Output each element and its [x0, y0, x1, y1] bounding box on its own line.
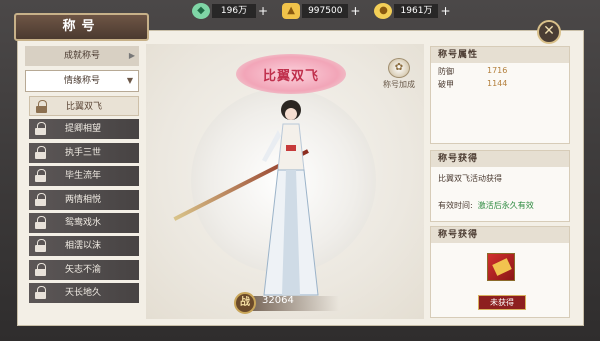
resource-value: 196万: [212, 4, 256, 18]
category-achievement[interactable]: 成就称号 ▶: [25, 46, 139, 66]
category-romance-dropdown[interactable]: 情缘称号 ▼: [25, 70, 139, 92]
title-item[interactable]: 相濡以沫: [29, 236, 139, 257]
medal-icon: ✿: [388, 58, 410, 78]
attribute-value: 1144: [487, 79, 508, 88]
add-coins-button[interactable]: +: [440, 4, 450, 18]
character-model: [262, 100, 319, 296]
valid-label: 有效时间:: [438, 201, 473, 210]
attribute-row: 破甲 1144: [431, 76, 569, 89]
lock-icon: [35, 122, 46, 136]
title-item-label: 相濡以沫: [65, 241, 102, 252]
attribute-name: 破甲: [438, 80, 454, 89]
not-obtained-button[interactable]: 未获得: [478, 295, 526, 310]
title-list: 比翼双飞 提卿相望 执手三世 毕生流年 两情相悦 鸳鸯戏水 相濡以沫 矢志不渝 …: [29, 96, 139, 307]
title-item[interactable]: 执手三世: [29, 142, 139, 163]
title-item[interactable]: 鸳鸯戏水: [29, 212, 139, 233]
resource-bar: ◆ 196万 + ▲ 997500 + ● 1961万 +: [192, 2, 451, 22]
title-item[interactable]: 两情相悦: [29, 189, 139, 210]
lock-icon: [35, 215, 46, 229]
title-item-label: 鸳鸯戏水: [65, 217, 102, 228]
title-item[interactable]: 矢志不渝: [29, 259, 139, 280]
resource-value: 997500: [302, 4, 349, 18]
category-label: 情缘称号: [63, 76, 100, 86]
lock-icon: [35, 169, 46, 183]
lock-icon: [35, 262, 46, 276]
chevron-right-icon: ▶: [128, 51, 135, 60]
valid-value: 激活后永久有效: [477, 201, 534, 210]
title-bonus-label: 称号加成: [383, 80, 415, 89]
character-showcase: 比翼双飞 ✿ 称号加成 战 32064: [146, 44, 424, 319]
title-item-label: 执手三世: [65, 147, 102, 158]
add-jade-button[interactable]: +: [258, 4, 268, 18]
valid-time: 有效时间: 激活后永久有效: [438, 200, 534, 211]
item-panel: 称号获得 未获得: [430, 226, 570, 318]
title-item-label: 矢志不渝: [65, 264, 102, 275]
title-item[interactable]: 毕生流年: [29, 166, 139, 187]
attributes-header: 称号属性: [431, 47, 569, 63]
close-icon: ✕: [543, 23, 555, 39]
acquire-header: 称号获得: [431, 151, 569, 167]
title-item[interactable]: 提卿相望: [29, 119, 139, 140]
acquire-description: 比翼双飞活动获得: [438, 174, 502, 183]
title-item[interactable]: 天长地久: [29, 283, 139, 304]
title-badge-text: 比翼双飞: [262, 69, 319, 84]
add-ingot-button[interactable]: +: [350, 4, 360, 18]
title-item-label: 天长地久: [65, 288, 102, 299]
category-label: 成就称号: [63, 51, 100, 61]
title-item-label: 提卿相望: [65, 124, 102, 135]
lock-icon: [35, 239, 46, 253]
title-item-icon[interactable]: [487, 253, 515, 281]
item-header: 称号获得: [431, 227, 569, 243]
attribute-name: 防御: [438, 67, 454, 76]
gold-ingot-icon: ▲: [282, 3, 301, 19]
jade-icon: ◆: [192, 3, 210, 19]
attributes-panel: 称号属性 防御 1716 破甲 1144: [430, 46, 570, 144]
title-item-selected[interactable]: 比翼双飞: [29, 96, 139, 116]
power-seal-icon: 战: [234, 292, 256, 314]
resource-ingot: ▲ 997500 +: [282, 2, 360, 20]
attribute-row: 防御 1716: [431, 63, 569, 76]
title-item-label: 两情相悦: [65, 194, 102, 205]
combat-power: 战 32064: [234, 292, 342, 314]
title-item-label: 比翼双飞: [66, 102, 103, 112]
chevron-down-icon: ▼: [126, 76, 133, 85]
lock-icon: [36, 100, 47, 113]
lock-icon: [35, 192, 46, 206]
attribute-value: 1716: [487, 66, 508, 75]
acquire-panel: 称号获得 比翼双飞活动获得 有效时间: 激活后永久有效: [430, 150, 570, 222]
resource-value: 1961万: [394, 4, 439, 18]
resource-jade: ◆ 196万 +: [192, 2, 268, 20]
close-button[interactable]: ✕: [537, 20, 561, 44]
coins-icon: ●: [374, 3, 393, 19]
title-bonus-button[interactable]: ✿ 称号加成: [378, 58, 420, 90]
lock-icon: [35, 145, 46, 159]
lock-icon: [35, 286, 46, 300]
title-item-label: 毕生流年: [65, 171, 102, 182]
resource-coins: ● 1961万 +: [374, 2, 451, 20]
window-title: 称号: [14, 13, 149, 41]
title-badge: 比翼双飞: [236, 54, 346, 94]
power-value: 32064: [262, 295, 294, 306]
